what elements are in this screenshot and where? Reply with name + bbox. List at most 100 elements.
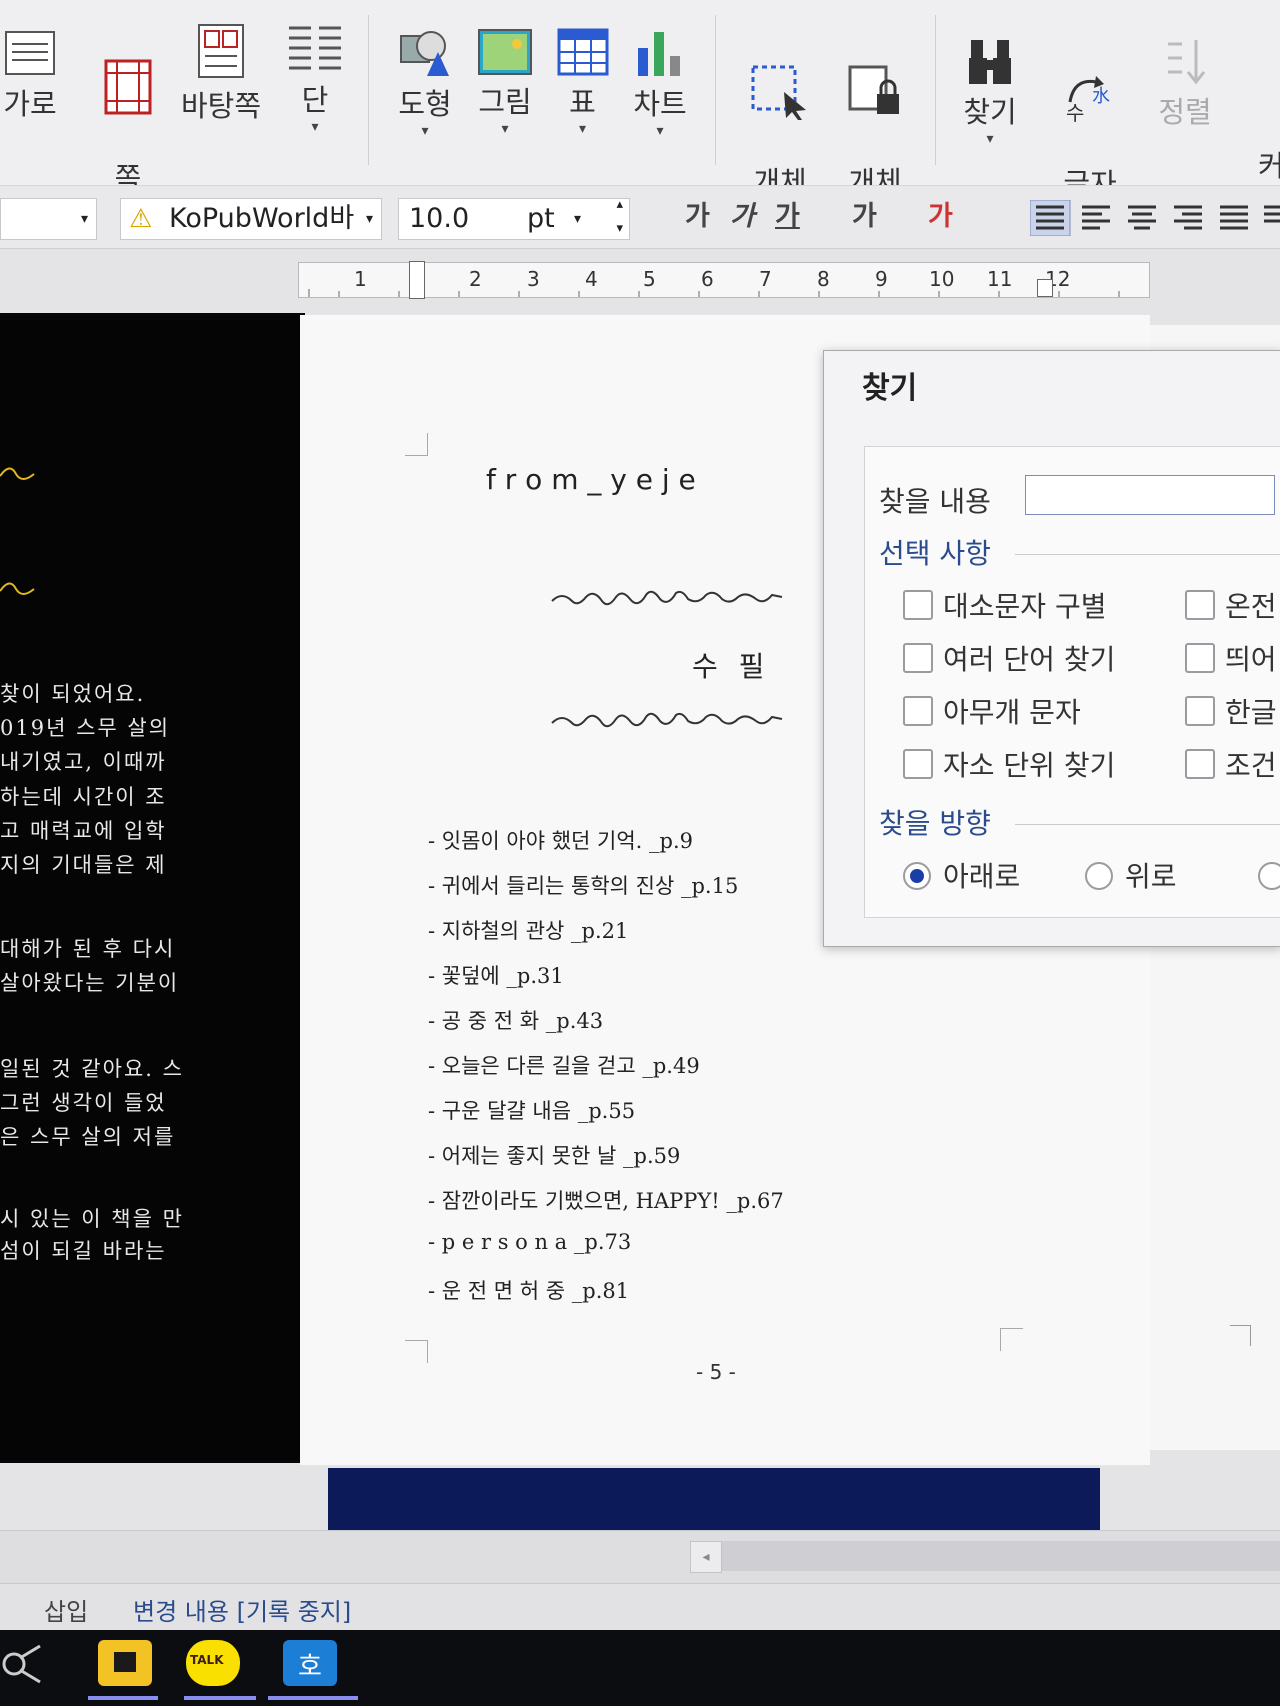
section-title: 수 필 [692,650,771,683]
direction-label: 아래로 [943,860,1021,893]
page-margin-icon [104,59,152,115]
hangul-checkbox[interactable] [1185,696,1215,726]
direction-down-radio[interactable] [903,862,931,890]
horizontal-ruler[interactable]: 1 1 2 3 4 5 6 7 8 9 10 11 12 [298,261,1150,299]
body-text-line: 대해가 된 후 다시 [0,937,176,961]
style-select[interactable]: ▾ [0,198,97,240]
ribbon-label: 표 [569,85,596,119]
table-icon [557,28,608,76]
option-label: 아무개 문자 [943,696,1081,729]
ribbon-columns-button[interactable]: 단 ▾ [280,22,350,136]
status-bar: 삽입 변경 내용 [기록 중지] [0,1583,1280,1631]
running-indicator [184,1696,256,1700]
condition-checkbox[interactable] [1185,749,1215,779]
dialog-title: 찾기 [862,371,918,406]
font-unit-value: pt [527,203,555,234]
find-input[interactable] [1025,475,1275,515]
ribbon-sort-button[interactable]: 정렬 [1150,36,1220,130]
hwp-label: 호 [298,1652,322,1682]
track-changes-indicator[interactable]: 변경 내용 [기록 중지] [133,1592,351,1627]
next-page-top [328,1468,1100,1530]
running-indicator [88,1696,158,1700]
note-fold-icon [114,1652,136,1672]
divider-ornament [551,712,783,728]
ribbon-master-page-button[interactable]: 바탕쪽 [176,22,266,124]
binoculars-icon [969,40,1011,84]
bold-button[interactable]: 가 [685,196,710,238]
direction-heading: 찾을 방향 [879,807,991,840]
toc-item: - 구운 달걀 내음 _p.55 [428,1099,636,1123]
ribbon-find-button[interactable]: 찾기 ▾ [955,36,1025,148]
direction-up-radio[interactable] [1085,862,1113,890]
active-indicator [268,1696,358,1700]
scroll-left-icon[interactable]: ◂ [690,1541,722,1573]
body-text-line: 지의 기대들은 제 [0,853,167,877]
shape-icon [400,31,449,76]
font-select[interactable]: ⚠ KoPubWorld바 ▾ [120,198,382,240]
font-size-value: 10.0 [409,203,470,234]
paragraph-align-icons[interactable] [1030,200,1280,236]
option-label: 대소문자 구별 [943,590,1107,623]
ornament-icon [0,582,35,595]
toc-item: - 공 중 전 화 _p.43 [428,1009,604,1033]
ruler-right-indent-marker[interactable] [1037,279,1053,297]
direction-label: 위로 [1125,860,1177,893]
wildcard-checkbox[interactable] [903,696,933,726]
page-horizontal-icon [5,31,55,75]
dropdown-arrow-icon: ▾ [365,211,373,227]
strike-button[interactable]: 가 [852,196,877,238]
match-case-checkbox[interactable] [903,590,933,620]
hwp-app-icon[interactable]: 호 [283,1640,337,1686]
insert-mode-indicator[interactable]: 삽입 [44,1592,88,1627]
ribbon-label: 가로 [3,87,57,121]
direction-all-radio[interactable] [1258,862,1280,890]
ribbon-chart-button[interactable]: 차트 ▾ [625,28,695,140]
sort-icon [1168,40,1206,85]
dropdown-arrow-icon: ▾ [501,121,509,137]
font-size-input[interactable]: 10.0 pt ▾ ▴ ▾ [398,197,630,240]
kakaotalk-icon[interactable]: TALK [186,1640,240,1686]
whole-word-checkbox[interactable] [1185,590,1215,620]
jaso-search-checkbox[interactable] [903,749,933,779]
scroll-track[interactable] [722,1541,1280,1571]
multi-word-checkbox[interactable] [903,643,933,673]
body-text-line: 내기였고, 이때까 [0,750,167,774]
option-label: 자소 단위 찾기 [943,749,1116,782]
body-text-line: 은 스무 살의 저를 [0,1125,176,1149]
dialog-body: 찾을 내용 선택 사항 대소문자 구별 여러 단어 찾기 아무개 문자 자소 단… [864,446,1280,918]
page-corner-mark [1000,1328,1023,1351]
body-text-line: 찾이 되었어요. [0,682,146,706]
select-object-icon [751,65,806,120]
windows-taskbar: TALK 호 [0,1630,1280,1706]
ribbon-horizontal-button[interactable]: 가로 [0,28,60,122]
ribbon-table-button[interactable]: 표 ▾ [550,28,615,138]
lock-object-icon [848,65,899,114]
font-color-button[interactable]: 가 [928,196,953,238]
toc-item: - 잠깐이라도 기뻤으면, HAPPY! _p.67 [428,1189,784,1213]
snipping-tool-icon[interactable] [0,1640,44,1690]
ignore-spacing-checkbox[interactable] [1185,643,1215,673]
ribbon-separator [368,15,369,165]
find-label: 찾을 내용 [879,485,991,518]
ribbon-picture-button[interactable]: 그림 ▾ [470,28,540,138]
page-corner-mark [405,1340,428,1363]
sticky-notes-icon[interactable] [98,1640,152,1686]
italic-button[interactable]: 가 [730,196,755,238]
radio-selected-dot [910,869,924,883]
replace-text-icon: 水수 [1066,76,1110,122]
ruler-scale [308,289,1120,297]
ruler-indent-marker[interactable] [409,261,425,299]
ribbon-shape-button[interactable]: 도형 ▾ [390,28,460,140]
size-stepper-icon[interactable]: ▴ ▾ [616,193,623,241]
ornament-icon [0,467,35,480]
toc-item: - 꽃덮에 _p.31 [428,964,564,988]
body-text-line: 섬이 되길 바라는 [0,1239,167,1263]
kakaotalk-label: TALK [190,1653,224,1667]
heading-rule [1015,554,1280,555]
horizontal-scrollbar[interactable]: ◂ [0,1530,1280,1583]
underline-button[interactable]: 가 [775,196,800,238]
ribbon-separator [935,15,936,165]
dropdown-arrow-icon: ▾ [80,211,88,227]
body-text-line: 그런 생각이 들었 [0,1091,167,1115]
dropdown-arrow-icon: ▾ [311,119,319,135]
